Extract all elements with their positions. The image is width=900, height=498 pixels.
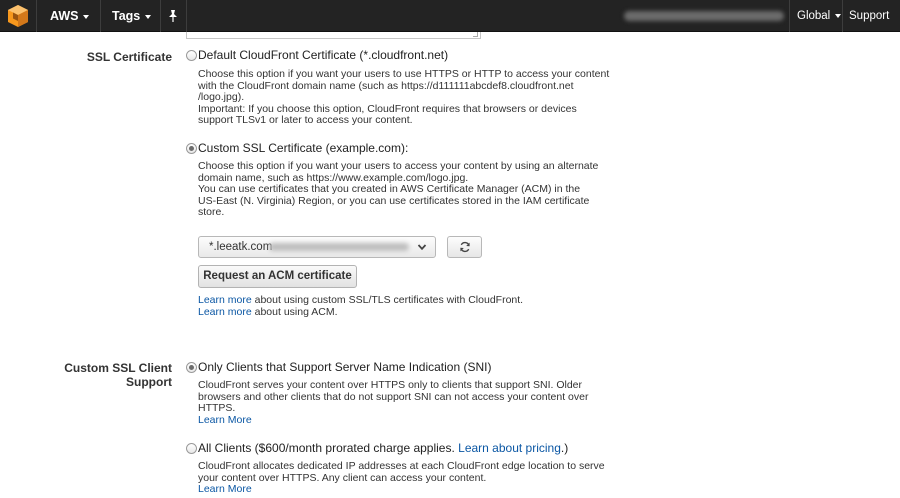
desc-line: browsers and other clients that do not s…	[198, 390, 589, 403]
desc-line: CloudFront allocates dedicated IP addres…	[198, 460, 605, 472]
aws-services-menu[interactable]: AWS	[50, 0, 90, 32]
sni-learn-more-link[interactable]: Learn More	[198, 414, 252, 426]
tags-menu[interactable]: Tags	[112, 0, 152, 32]
default-cert-radio[interactable]	[186, 50, 197, 61]
custom-cert-radio[interactable]	[186, 143, 197, 154]
comment-textarea[interactable]	[186, 32, 481, 39]
desc-line: your content over HTTPS. Any client can …	[198, 471, 487, 484]
caret-down-icon	[145, 14, 152, 19]
support-label: Support	[849, 10, 890, 22]
learn-more-row: Learn More	[198, 414, 588, 427]
learn-more-ssl-link[interactable]: Learn more	[198, 294, 252, 306]
desc-line: store.	[198, 206, 225, 219]
ssl-client-support-label: Custom SSL Client Support	[64, 361, 172, 389]
nav-separator	[36, 0, 37, 32]
certificate-id-redacted	[269, 243, 409, 251]
nav-separator	[160, 0, 161, 32]
desc-line: Choose this option if you want your user…	[198, 160, 599, 172]
learn-more-row: Learn More	[198, 483, 605, 496]
default-cert-description: Choose this option if you want your user…	[198, 68, 610, 127]
learn-more-acm-link[interactable]: Learn more	[198, 306, 252, 318]
tags-menu-label: Tags	[112, 9, 141, 23]
sni-description: CloudFront serves your content over HTTP…	[198, 379, 589, 427]
pricing-link[interactable]: Learn about pricing	[458, 441, 561, 455]
desc-line: US-East (N. Virginia) Region, or you can…	[198, 194, 590, 207]
desc-line: support TLSv1 or later to access your co…	[198, 114, 413, 127]
custom-cert-option-title: Custom SSL Certificate (example.com):	[198, 141, 409, 155]
resize-grip-icon[interactable]	[473, 32, 478, 37]
request-acm-certificate-button[interactable]: Request an ACM certificate	[198, 265, 357, 288]
region-menu[interactable]: Global	[797, 0, 842, 32]
default-cert-option-title: Default CloudFront Certificate (*.cloudf…	[198, 48, 449, 62]
all-clients-radio[interactable]	[186, 443, 197, 454]
nav-separator	[842, 0, 843, 32]
nav-separator	[100, 0, 101, 32]
region-label: Global	[797, 10, 831, 22]
all-clients-description: CloudFront allocates dedicated IP addres…	[198, 460, 605, 496]
top-navigation-bar: AWS Tags Global Support	[0, 0, 900, 50]
certificate-select-value: *.leeatk.com	[209, 241, 273, 253]
caret-down-icon	[854, 45, 860, 50]
caret-down-icon	[83, 14, 90, 19]
pin-icon[interactable]	[167, 9, 179, 23]
all-clients-option-title: All Clients ($600/month prorated charge …	[198, 441, 568, 455]
refresh-certificates-button[interactable]	[447, 236, 482, 258]
desc-line: CloudFront serves your content over HTTP…	[198, 379, 582, 391]
sni-only-radio[interactable]	[186, 362, 197, 373]
desc-line: Choose this option if you want your user…	[198, 68, 610, 80]
ssl-certificate-label: SSL Certificate	[86, 50, 172, 64]
learn-more-row: Learn more about using ACM.	[198, 305, 523, 319]
account-menu-redacted[interactable]	[624, 11, 784, 21]
all-clients-title-suffix: .)	[560, 441, 569, 455]
nav-separator	[186, 0, 187, 32]
learn-more-text: about using custom SSL/TLS certificates …	[251, 294, 524, 306]
aws-logo-icon[interactable]	[6, 4, 30, 28]
learn-more-text: about using ACM.	[251, 305, 338, 318]
nav-separator	[789, 0, 790, 32]
sni-option-title: Only Clients that Support Server Name In…	[198, 360, 492, 374]
aws-menu-label: AWS	[50, 9, 79, 23]
certificate-select[interactable]: *.leeatk.com	[198, 236, 436, 258]
custom-cert-description: Choose this option if you want your user…	[198, 160, 599, 219]
refresh-icon	[460, 241, 470, 253]
all-clients-learn-more-link[interactable]: Learn More	[198, 483, 252, 495]
caret-down-icon	[835, 13, 842, 18]
desc-line: HTTPS.	[198, 402, 236, 415]
desc-line: with the CloudFront domain name (such as…	[198, 79, 574, 92]
all-clients-title-text: All Clients ($600/month prorated charge …	[198, 441, 459, 455]
custom-cert-learn-more: Learn more about using custom SSL/TLS ce…	[198, 294, 524, 319]
support-menu[interactable]: Support	[849, 0, 900, 50]
chevron-down-icon	[417, 244, 427, 251]
